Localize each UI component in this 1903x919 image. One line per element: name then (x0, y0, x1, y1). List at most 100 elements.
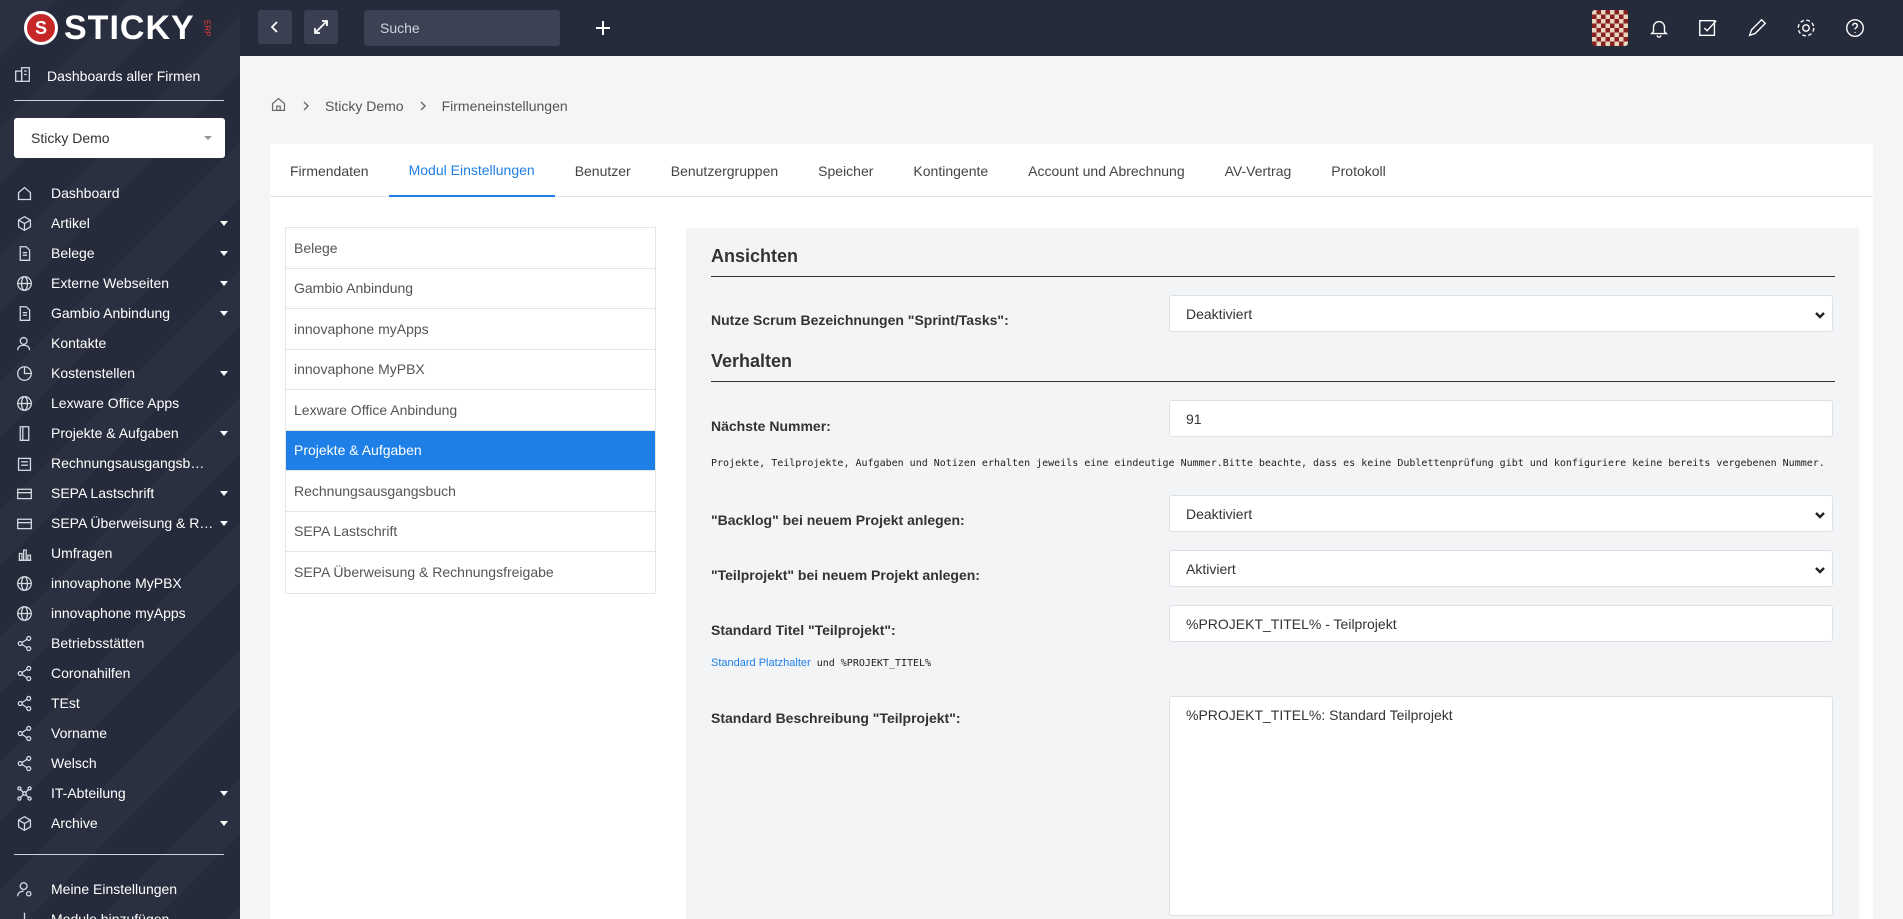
tab-benutzer[interactable]: Benutzer (555, 144, 651, 197)
sidebar-item-label: Coronahilfen (51, 665, 131, 681)
share-icon (14, 663, 34, 683)
module-list-item[interactable]: Rechnungsausgangsbuch (286, 471, 655, 512)
backlog-select[interactable]: Deaktiviert (1169, 495, 1833, 532)
sidebar-item-belege[interactable]: Belege (0, 238, 240, 268)
subproject-select[interactable]: Aktiviert (1169, 550, 1833, 587)
caret-down-icon[interactable] (220, 791, 228, 796)
section-title-views: Ansichten (711, 246, 799, 266)
sidebar-item-archive[interactable]: Archive (0, 808, 240, 838)
sidebar-item-innovaphone-myapps[interactable]: innovaphone myApps (0, 598, 240, 628)
sidebar-item-label: Vorname (51, 725, 108, 741)
sidebar-item-label: Betriebsstätten (51, 635, 145, 651)
tab-speicher[interactable]: Speicher (798, 144, 893, 197)
settings-button[interactable] (1788, 10, 1824, 46)
document-icon (14, 243, 34, 263)
sidebar-item-label: Module hinzufügen (51, 911, 170, 919)
edit-button[interactable] (1739, 10, 1775, 46)
sidebar-item-lexware-office-apps[interactable]: Lexware Office Apps (0, 388, 240, 418)
caret-down-icon[interactable] (220, 251, 228, 256)
sidebar-item-my-settings[interactable]: Meine Einstellungen (0, 874, 240, 904)
section-title-behavior: Verhalten (711, 351, 793, 371)
tasks-button[interactable] (1690, 10, 1726, 46)
chevron-left-icon (270, 21, 278, 33)
top-bar: Suche (240, 0, 1903, 56)
sidebar-item-dashboard[interactable]: Dashboard (0, 178, 240, 208)
placeholder-help-text: und %PROJEKT_TITEL% (810, 658, 932, 669)
sidebar-item-test[interactable]: TEst (0, 688, 240, 718)
chevron-right-icon (418, 98, 428, 114)
tab-protokoll[interactable]: Protokoll (1311, 144, 1405, 197)
caret-down-icon[interactable] (220, 281, 228, 286)
tab-benutzergruppen[interactable]: Benutzergruppen (651, 144, 798, 197)
tab-firmendaten[interactable]: Firmendaten (270, 144, 389, 197)
fullscreen-button[interactable] (304, 10, 338, 44)
std-title-input[interactable]: %PROJEKT_TITEL% - Teilprojekt (1169, 605, 1833, 642)
breadcrumb-item-company[interactable]: Sticky Demo (325, 98, 404, 114)
document-icon (14, 303, 34, 323)
tab-account-und-abrechnung[interactable]: Account und Abrechnung (1008, 144, 1204, 197)
std-desc-textarea[interactable]: %PROJEKT_TITEL%: Standard Teilprojekt (1169, 696, 1833, 916)
sidebar-item-coronahilfen[interactable]: Coronahilfen (0, 658, 240, 688)
tab-kontingente[interactable]: Kontingente (893, 144, 1008, 197)
sidebar-item-it-abteilung[interactable]: IT-Abteilung (0, 778, 240, 808)
next-number-value: 91 (1186, 410, 1202, 427)
sidebar-item-externe-webseiten[interactable]: Externe Webseiten (0, 268, 240, 298)
caret-down-icon[interactable] (220, 431, 228, 436)
module-list-item[interactable]: Lexware Office Anbindung (286, 390, 655, 431)
sidebar-item-projekte-aufgaben[interactable]: Projekte & Aufgaben (0, 418, 240, 448)
caret-down-icon[interactable] (220, 371, 228, 376)
placeholder-link[interactable]: Standard Platzhalter (711, 657, 811, 669)
search-input[interactable]: Suche (364, 10, 560, 46)
module-list-item[interactable]: SEPA Lastschrift (286, 512, 655, 552)
module-list-item[interactable]: innovaphone myApps (286, 309, 655, 350)
caret-down-icon[interactable] (220, 221, 228, 226)
book-icon (14, 423, 34, 443)
sidebar-item-kontakte[interactable]: Kontakte (0, 328, 240, 358)
scrum-select[interactable]: Deaktiviert (1169, 295, 1833, 332)
globe-icon (14, 273, 34, 293)
sidebar-item-label: Kontakte (51, 335, 107, 351)
next-number-input[interactable]: 91 (1169, 400, 1833, 437)
sidebar-item-sepa-lastschrift[interactable]: SEPA Lastschrift (0, 478, 240, 508)
std-title-label: Standard Titel "Teilprojekt": (711, 622, 896, 638)
module-list-item[interactable]: Belege (286, 228, 655, 269)
module-list-item[interactable]: innovaphone MyPBX (286, 350, 655, 390)
module-list-item[interactable]: SEPA Überweisung & Rechnungsfreigabe (286, 552, 655, 593)
help-button[interactable] (1837, 10, 1873, 46)
sidebar-item-innovaphone-mypbx[interactable]: innovaphone MyPBX (0, 568, 240, 598)
sidebar-item-rechnungsausgangsb[interactable]: Rechnungsausgangsb… (0, 448, 240, 478)
caret-down-icon[interactable] (220, 311, 228, 316)
tab-modul-einstellungen[interactable]: Modul Einstellungen (388, 144, 555, 197)
caret-down-icon[interactable] (220, 821, 228, 826)
add-button[interactable] (590, 15, 616, 41)
company-select[interactable]: Sticky Demo (14, 118, 225, 158)
home-icon[interactable] (270, 96, 287, 116)
caret-down-icon[interactable] (220, 521, 228, 526)
sidebar-item-add-modules[interactable]: Module hinzufügen (0, 904, 240, 919)
sidebar-item-kostenstellen[interactable]: Kostenstellen (0, 358, 240, 388)
next-number-label: Nächste Nummer: (711, 418, 831, 434)
module-list-item[interactable]: Gambio Anbindung (286, 269, 655, 309)
sidebar-item-sepa-überweisung-r[interactable]: SEPA Überweisung & R… (0, 508, 240, 538)
backlog-select-value: Deaktiviert (1186, 505, 1253, 522)
dashboards-all-link[interactable]: Dashboards aller Firmen (14, 66, 200, 86)
dashboards-all-label: Dashboards aller Firmen (47, 68, 201, 84)
notifications-button[interactable] (1641, 10, 1677, 46)
caret-down-icon[interactable] (220, 491, 228, 496)
module-list-item[interactable]: Projekte & Aufgaben (286, 430, 655, 471)
sidebar-item-betriebsstätten[interactable]: Betriebsstätten (0, 628, 240, 658)
scrum-select-value: Deaktiviert (1186, 305, 1253, 322)
sidebar-item-vorname[interactable]: Vorname (0, 718, 240, 748)
sidebar-item-label: Artikel (51, 215, 90, 231)
sidebar-item-welsch[interactable]: Welsch (0, 748, 240, 778)
sidebar-item-gambio-anbindung[interactable]: Gambio Anbindung (0, 298, 240, 328)
sticky-logo[interactable]: S STICKY ERP (24, 8, 212, 48)
sidebar-item-artikel[interactable]: Artikel (0, 208, 240, 238)
globe-icon (14, 393, 34, 413)
tab-av-vertrag[interactable]: AV-Vertrag (1205, 144, 1312, 197)
sidebar-item-label: SEPA Überweisung & R… (51, 515, 214, 531)
avatar[interactable] (1592, 10, 1628, 46)
sidebar-item-umfragen[interactable]: Umfragen (0, 538, 240, 568)
back-button[interactable] (258, 10, 292, 44)
divider (14, 854, 224, 855)
